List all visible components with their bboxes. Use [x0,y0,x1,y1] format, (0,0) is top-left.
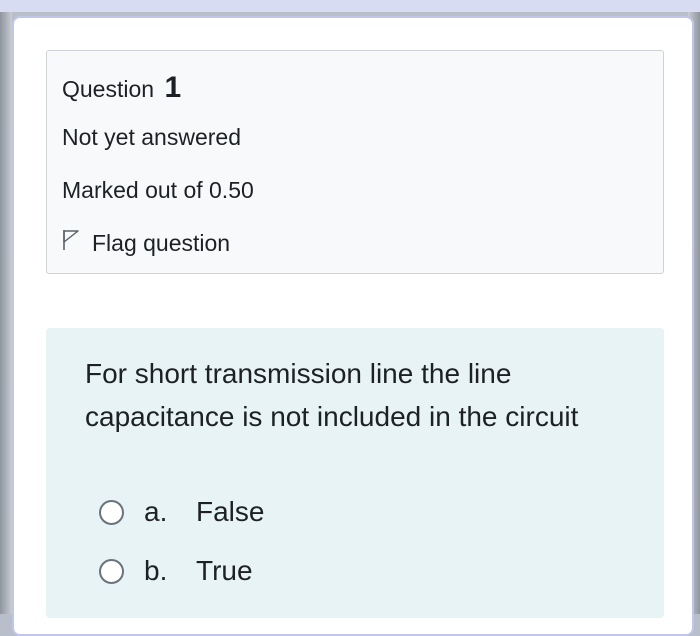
top-strip [0,0,700,12]
question-info-panel: Question 1 Not yet answered Marked out o… [46,50,664,274]
question-content: For short transmission line the line cap… [46,328,664,618]
answer-label-a: False [196,496,265,527]
answer-option-b[interactable]: b. True [99,555,253,587]
question-text: For short transmission line the line cap… [85,358,579,432]
flag-question-link[interactable]: Flag question [62,229,230,257]
answer-letter-b: b. [144,555,168,586]
answer-label-b: True [196,555,253,586]
radio-button-a[interactable] [99,499,124,525]
question-state: Not yet answered [62,124,241,150]
radio-button-b[interactable] [99,558,124,584]
question-label: Question [62,76,155,102]
flag-question-label: Flag question [92,229,231,256]
flag-icon [62,229,92,257]
question-number: 1 [164,71,182,104]
question-heading: Question 1 [62,71,181,105]
answer-letter-a: a. [144,496,168,527]
background-edge-left [0,12,12,614]
question-grade: Marked out of 0.50 [62,177,254,203]
answer-option-a[interactable]: a. False [99,496,264,528]
